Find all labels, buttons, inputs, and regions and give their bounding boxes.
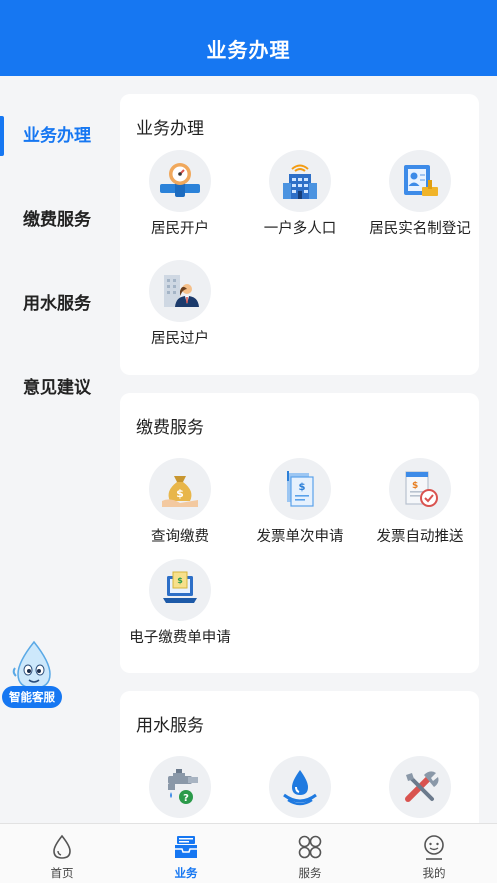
ownership-transfer-icon	[149, 260, 211, 322]
assistant-label: 智能客服	[2, 686, 62, 708]
tile-query-payment[interactable]: $ 查询缴费	[120, 458, 240, 546]
water-drop-mascot-icon	[12, 640, 51, 689]
app-header: 业务办理	[0, 0, 497, 76]
tile-label: 电子缴费单申请	[129, 630, 231, 646]
tile-label: 居民开户	[151, 221, 209, 237]
tab-business[interactable]: 业务	[124, 824, 248, 883]
tab-service[interactable]: 服务	[248, 824, 372, 883]
svg-text:?: ?	[183, 793, 189, 804]
section-card-business: 业务办理 居民开户 一户多人口 居民实名制登记 居民过户	[120, 94, 479, 375]
tile-invoice-request[interactable]: $ 发票单次申请	[240, 458, 360, 546]
drop-home-icon	[53, 834, 71, 859]
category-sidebar: 业务办理 缴费服务 用水服务 意见建议	[0, 76, 110, 823]
apartment-building-icon	[269, 150, 331, 212]
id-registration-icon	[389, 150, 451, 212]
tile-water-service-3[interactable]	[360, 756, 480, 823]
section-title: 用水服务	[136, 716, 204, 735]
tile-label: 居民实名制登记	[369, 221, 471, 237]
tile-resident-account[interactable]: 居民开户	[120, 150, 240, 238]
tile-water-service-1[interactable]: ?	[120, 756, 240, 823]
tile-invoice-autopush[interactable]: $ 发票自动推送	[360, 458, 480, 546]
sidebar-item-feedback[interactable]: 意见建议	[0, 368, 110, 408]
assistant-button[interactable]: 智能客服	[0, 640, 70, 710]
sidebar-item-business[interactable]: 业务办理	[0, 116, 110, 156]
section-card-payment: 缴费服务 $ 查询缴费 $ 发票单次申请 $ 发票自动推送 $ 电子缴费单申请	[120, 393, 479, 673]
tab-label: 业务	[174, 868, 198, 880]
section-card-water: 用水服务 ?	[120, 691, 479, 823]
section-title: 缴费服务	[136, 418, 204, 437]
tile-realname-registration[interactable]: 居民实名制登记	[360, 150, 480, 238]
water-drop-icon	[269, 756, 331, 818]
tile-resident-transfer[interactable]: 居民过户	[120, 260, 240, 348]
sidebar-item-payment[interactable]: 缴费服务	[0, 200, 110, 240]
pipe-meter-icon	[149, 150, 211, 212]
svg-text:$: $	[176, 487, 184, 500]
water-faucet-question-icon: ?	[149, 756, 211, 818]
e-payment-laptop-icon: $	[149, 559, 211, 621]
business-tray-icon	[175, 836, 197, 858]
svg-text:$: $	[299, 482, 306, 493]
repair-tools-icon	[389, 756, 451, 818]
service-grid-icon	[298, 835, 322, 859]
tab-profile[interactable]: 我的	[372, 824, 496, 883]
tile-water-service-2[interactable]	[240, 756, 360, 823]
tile-label: 发票自动推送	[376, 529, 464, 545]
invoice-auto-push-icon: $	[389, 458, 451, 520]
tile-multi-person[interactable]: 一户多人口	[240, 150, 360, 238]
tab-label: 首页	[50, 868, 74, 880]
svg-text:$: $	[177, 576, 183, 585]
money-bag-icon: $	[149, 458, 211, 520]
tile-label: 查询缴费	[151, 529, 209, 545]
tab-home[interactable]: 首页	[0, 824, 124, 883]
tile-e-payment-slip[interactable]: $ 电子缴费单申请	[120, 559, 240, 647]
tile-label: 居民过户	[151, 331, 209, 347]
page-title: 业务办理	[206, 40, 291, 62]
profile-icon	[424, 835, 444, 860]
invoice-request-icon: $	[269, 458, 331, 520]
tile-label: 一户多人口	[263, 221, 337, 237]
tab-label: 我的	[422, 868, 446, 880]
tab-label: 服务	[298, 868, 322, 880]
bottom-tab-bar: 首页 业务 服务 我的	[0, 823, 497, 883]
section-title: 业务办理	[136, 119, 204, 138]
content-panel: 业务办理 居民开户 一户多人口 居民实名制登记 居民过户 缴费服务 $ 查询缴费…	[120, 76, 480, 823]
tile-label: 发票单次申请	[256, 529, 344, 545]
sidebar-item-water[interactable]: 用水服务	[0, 284, 110, 324]
svg-text:$: $	[412, 481, 418, 491]
